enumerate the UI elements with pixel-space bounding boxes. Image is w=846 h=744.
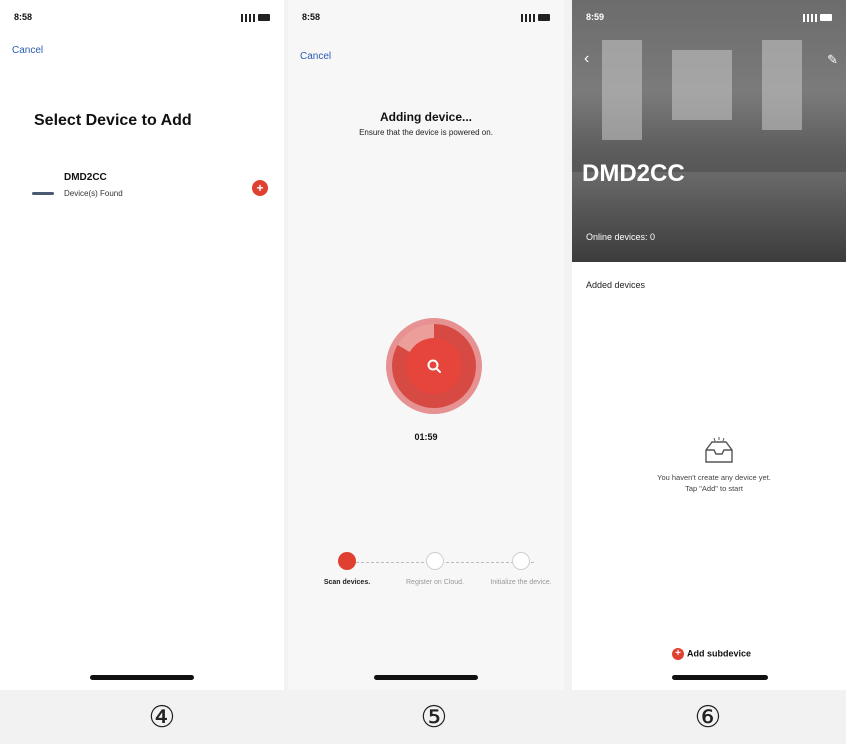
step-label: Initialize the device. [490, 579, 552, 586]
page-title: Select Device to Add [34, 112, 192, 129]
device-thumbnail [32, 192, 54, 195]
empty-state-message: You haven't create any device yet. Tap "… [592, 472, 836, 494]
battery-icon [538, 14, 550, 22]
search-icon [427, 359, 441, 373]
battery-icon [820, 14, 832, 22]
home-cover-image [572, 0, 846, 262]
step-dot-active [338, 552, 356, 570]
back-chevron-icon[interactable]: ‹ [584, 50, 589, 68]
step-scan: Scan devices. [312, 552, 382, 587]
cancel-button[interactable]: Cancel [300, 51, 331, 62]
device-name: DMD2CC [64, 172, 107, 183]
progress-arc [392, 324, 476, 408]
signal-icon [521, 13, 535, 22]
status-time: 8:59 [586, 12, 605, 22]
step-label: Register on Cloud. [406, 579, 464, 586]
add-subdevice-button[interactable]: + Add subdevice [672, 648, 751, 660]
signal-icon [803, 13, 817, 22]
status-bar: 8:58 [288, 12, 564, 26]
cancel-button[interactable]: Cancel [12, 45, 43, 56]
status-time: 8:58 [302, 12, 321, 22]
step-dot-idle [512, 552, 530, 570]
battery-icon [258, 14, 270, 22]
section-title: Added devices [586, 280, 646, 290]
screen-adding-device: 8:58 Cancel Adding device... Ensure that… [288, 0, 564, 690]
plus-icon: + [672, 648, 684, 660]
countdown-timer: 01:59 [414, 432, 438, 442]
step-register: Register on Cloud. [400, 552, 470, 587]
device-list-item[interactable]: DMD2CC Device(s) Found + [28, 170, 270, 210]
status-bar: 8:58 [0, 12, 284, 26]
status-icons [241, 12, 270, 22]
screen-select-device: 8:58 Cancel Select Device to Add DMD2CC … [0, 0, 284, 690]
step-number-6: ⑥ [694, 700, 722, 735]
plus-icon[interactable]: + [252, 180, 268, 196]
home-indicator [374, 675, 478, 680]
scan-progress-ring [386, 318, 482, 414]
device-status: Device(s) Found [64, 189, 123, 198]
step-number-5: ⑤ [420, 700, 448, 735]
online-devices-count: Online devices: 0 [586, 232, 656, 242]
empty-box-icon [705, 437, 733, 463]
empty-line-1: You haven't create any device yet. [657, 473, 771, 482]
home-indicator [672, 675, 768, 680]
signal-icon [241, 13, 255, 22]
step-dot-idle [426, 552, 444, 570]
page-title: Adding device... [379, 110, 472, 124]
empty-line-2: Tap "Add" to start [685, 484, 743, 493]
add-subdevice-label: Add subdevice [687, 648, 752, 659]
status-icons [803, 12, 832, 22]
status-bar: 8:59 [572, 12, 846, 26]
page-subtitle: Ensure that the device is powered on. [359, 128, 493, 137]
status-icons [521, 12, 550, 22]
scan-button [406, 338, 462, 394]
step-number-4: ④ [148, 700, 176, 735]
step-initialize: Initialize the device. [486, 552, 556, 587]
step-label: Scan devices. [323, 579, 371, 586]
home-name: DMD2CC [582, 160, 685, 187]
screen-home-detail: 8:59 ‹ ✎ DMD2CC Online devices: 0 Added … [572, 0, 846, 690]
home-indicator [90, 675, 194, 680]
status-time: 8:58 [14, 12, 33, 22]
edit-pencil-icon[interactable]: ✎ [827, 52, 838, 68]
